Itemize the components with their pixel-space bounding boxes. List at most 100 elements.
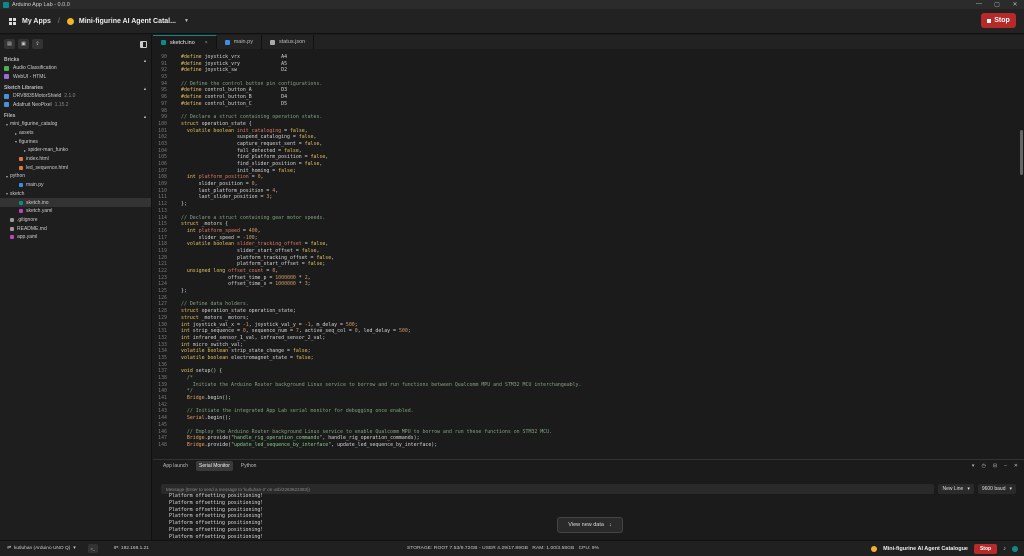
file-tree-item[interactable]: sketch.yaml <box>0 207 151 216</box>
file-tree-item[interactable]: ▸ spider-man_funko <box>0 146 151 155</box>
connection-status-icon[interactable] <box>1012 545 1018 552</box>
sidebar-toggle-icon[interactable] <box>140 40 147 48</box>
cpu-stat: CPU: 9% <box>578 546 600 551</box>
editor-tab[interactable]: sketch.ino × <box>153 35 217 49</box>
chevron-down-icon[interactable]: ▼ <box>184 18 189 24</box>
view-new-data-button[interactable]: View new data ↓ <box>557 517 623 533</box>
app-name-dropdown[interactable]: Mini-figurine AI Agent Catal... <box>79 18 176 25</box>
serial-log-line: Platform offsetting positioning! <box>169 513 264 520</box>
maximize-button[interactable]: ▢ <box>988 1 1006 8</box>
line-number: 148 <box>158 441 167 448</box>
minimize-panel-icon[interactable]: – <box>1004 463 1007 469</box>
bottom-panel: App launch Serial Monitor Python ▾ ◷ ⊟ – ✕… <box>153 459 1024 540</box>
file-tree-item[interactable]: app.yaml <box>0 233 151 242</box>
brick-item[interactable]: Audio Classification <box>0 64 151 73</box>
line-ending-select[interactable]: New Line ▾ <box>938 484 974 494</box>
code-line: 115 struct _motors { <box>153 221 1019 228</box>
line-number: 131 <box>158 328 167 335</box>
code-line: 125}; <box>153 288 1019 295</box>
code-text: struct _motors { <box>181 221 229 228</box>
line-number: 132 <box>158 334 167 341</box>
file-tree-item[interactable]: led_sequence.html <box>0 163 151 172</box>
code-text: volatile boolean slider_tracking_offset … <box>186 241 329 248</box>
close-tab-icon[interactable]: × <box>205 40 208 46</box>
bell-icon[interactable]: ♪ <box>1003 546 1006 552</box>
chevron-down-icon[interactable]: ▾ <box>972 463 975 469</box>
code-text: slider_start_offset = false, <box>181 247 320 254</box>
code-text: init_homing = false; <box>181 167 296 174</box>
serial-output: Platform offsetting positioning! Platform… <box>169 493 263 541</box>
panel-layout-icon[interactable]: ⊟ <box>993 463 997 469</box>
apps-grid-icon[interactable] <box>9 17 16 25</box>
line-number: 122 <box>158 268 167 274</box>
library-item[interactable]: Adafruit NeoPixel 1.15.2 <box>0 101 151 110</box>
line-number: 124 <box>158 281 167 288</box>
serial-message-input[interactable]: Message (Enter to send a message to 'kut… <box>161 484 935 494</box>
file-icon <box>269 39 275 45</box>
running-app-emoji-icon <box>871 545 878 552</box>
code-line: 138 /* <box>153 375 1019 382</box>
panel-tab[interactable]: App launch <box>160 461 191 471</box>
code-text: offset_time_p = 1000000 * 2, <box>181 274 311 281</box>
panel-tab[interactable]: Serial Monitor <box>196 461 233 471</box>
code-text: #define joystick_sw D2 <box>181 67 288 74</box>
scrollbar-thumb[interactable] <box>1020 130 1023 175</box>
code-text: Bridge.begin(); <box>186 395 232 402</box>
file-icon <box>19 157 23 162</box>
file-tree-item[interactable]: ▾ sketch <box>0 190 151 199</box>
close-panel-icon[interactable]: ✕ <box>1014 463 1018 469</box>
chevron-up-icon[interactable]: ▲ <box>143 114 147 119</box>
line-number: 104 <box>158 147 167 154</box>
libraries-section-header[interactable]: Sketch Libraries ▲ <box>0 84 151 92</box>
file-tree-item[interactable]: README.md <box>0 224 151 233</box>
editor-scrollbar[interactable] <box>1019 50 1024 455</box>
file-tree-item[interactable]: ▾ mini_figurine_catalog <box>0 120 151 129</box>
line-number: 138 <box>158 375 167 381</box>
line-number: 95 <box>161 87 167 94</box>
file-tree-item[interactable]: index.html <box>0 155 151 164</box>
code-line: 111 last_slider_position = 3; <box>153 194 1019 201</box>
my-apps-link[interactable]: My Apps <box>22 18 51 25</box>
new-folder-button[interactable]: ▣ <box>18 39 29 49</box>
line-number: 133 <box>158 341 167 348</box>
file-tree-item[interactable]: ▾ figurines <box>0 137 151 146</box>
upload-file-button[interactable]: ⇪ <box>32 39 43 49</box>
terminal-button[interactable]: >_ <box>87 544 98 553</box>
file-tree-item[interactable]: .gitignore <box>0 216 151 225</box>
line-number: 110 <box>158 187 167 194</box>
panel-tab[interactable]: Python <box>238 461 260 471</box>
chevron-up-icon[interactable]: ▲ <box>143 86 147 91</box>
code-text: int platform_position = 0, <box>186 174 264 181</box>
line-number: 137 <box>158 368 167 375</box>
bricks-section-header[interactable]: Bricks ▲ <box>0 56 151 64</box>
code-line: 122 unsigned long offset_count = 0, <box>153 268 1019 275</box>
editor-tab[interactable]: main.py <box>217 35 262 49</box>
brick-item[interactable]: WebUI - HTML <box>0 73 151 82</box>
code-line: 128 struct operation_state operation_stat… <box>153 308 1019 315</box>
stop-app-button[interactable]: Stop <box>981 13 1016 28</box>
file-tree-item[interactable]: main.py <box>0 181 151 190</box>
close-window-button[interactable]: ✕ <box>1006 1 1024 8</box>
code-line: 112}; <box>153 201 1019 208</box>
file-tree-item[interactable]: sketch.ino <box>0 198 151 207</box>
code-text: // Initiate the integrated App Lab seria… <box>186 408 414 415</box>
brick-label: Audio Classification <box>13 65 57 72</box>
code-text: volatile boolean strip_state_change = fa… <box>181 348 311 355</box>
brick-icon <box>4 65 9 71</box>
new-file-button[interactable]: ▤ <box>4 39 15 49</box>
file-tree-item[interactable]: ▾ python <box>0 172 151 181</box>
library-item[interactable]: DRV8835MotorShield 2.1.0 <box>0 92 151 101</box>
minimize-button[interactable]: — <box>970 1 988 8</box>
code-editor[interactable]: 90 #define joystick_vrx A4 91 #define joyst… <box>153 50 1019 455</box>
board-selector[interactable]: ⇌ kutluhan (Arduino UNO Q) ▾ <box>7 546 76 551</box>
editor-tab[interactable]: status.json <box>262 35 315 49</box>
files-section-header[interactable]: Files ▲ <box>0 112 151 120</box>
baud-rate-select[interactable]: 9600 baud ▾ <box>977 484 1016 494</box>
code-text: }; <box>181 201 187 208</box>
file-tree-item[interactable]: ▸ assets <box>0 129 151 138</box>
chevron-up-icon[interactable]: ▲ <box>143 58 147 63</box>
code-text: offset_time_s = 1000000 * 3; <box>181 281 311 288</box>
status-stop-button[interactable]: Stop <box>974 543 997 554</box>
clock-icon[interactable]: ◷ <box>981 463 985 469</box>
line-number: 145 <box>158 421 167 428</box>
